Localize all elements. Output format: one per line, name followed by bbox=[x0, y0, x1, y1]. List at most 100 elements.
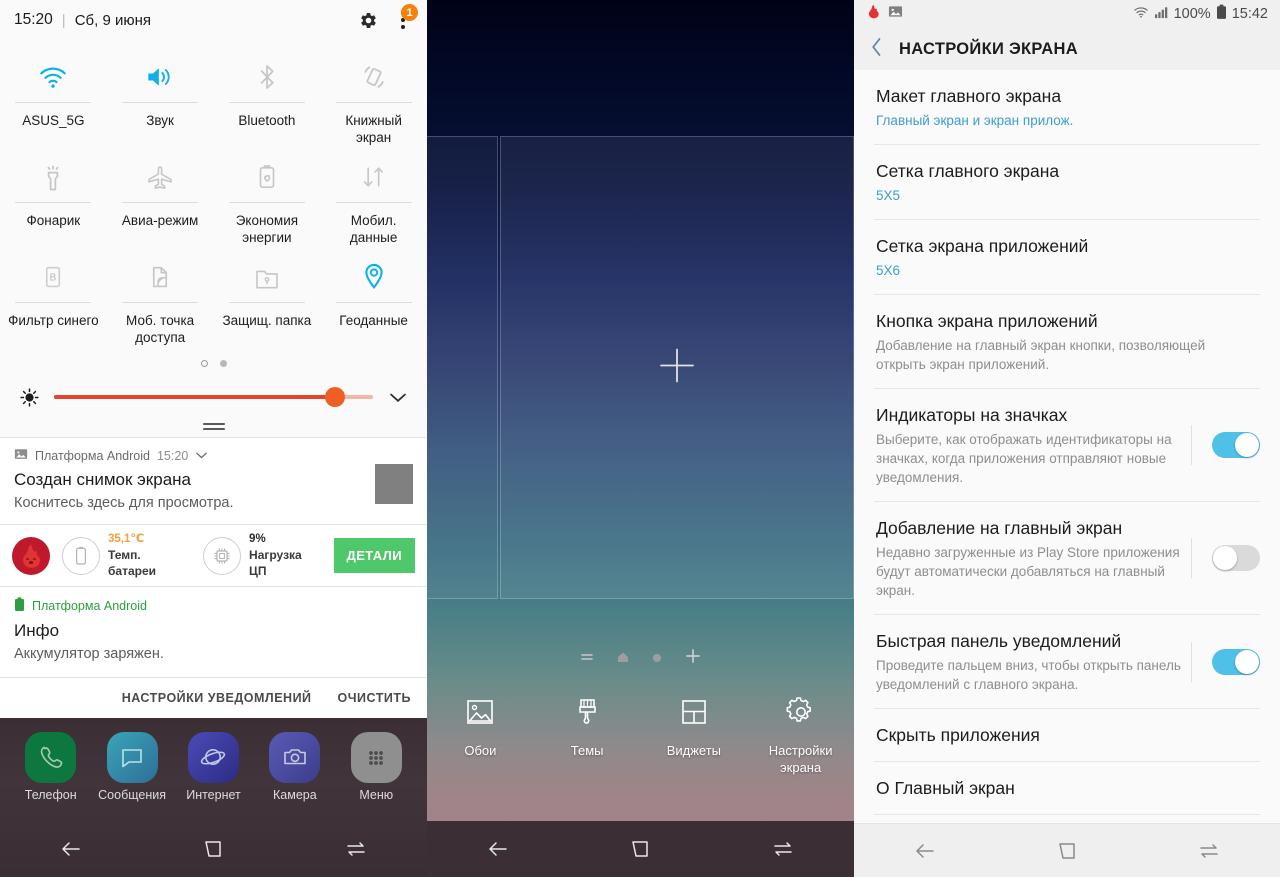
notification-title: Создан снимок экрана bbox=[14, 470, 191, 489]
setting-title: Сетка экрана приложений bbox=[876, 236, 1089, 256]
dock-item-apps[interactable]: Меню bbox=[336, 732, 417, 802]
setting-subtitle: Главный экран и экран прилож. bbox=[876, 113, 1074, 128]
quick-settings-panel: 15:20 | Сб, 9 июня 1 ASUS_5G Звук Blueto… bbox=[0, 0, 427, 877]
home-square-icon[interactable] bbox=[996, 841, 1138, 861]
navigation-bar bbox=[0, 821, 427, 877]
setting-subtitle: 5X5 bbox=[876, 188, 901, 203]
tool-label: Обои bbox=[464, 743, 497, 758]
plus-icon[interactable] bbox=[685, 648, 701, 669]
notification-battery-info[interactable]: Платформа Android Инфо Аккумулятор заряж… bbox=[0, 587, 427, 677]
setting-apps-button[interactable]: Кнопка экрана приложений Добавление на г… bbox=[854, 295, 1280, 388]
home-square-icon[interactable] bbox=[142, 839, 284, 859]
panel-drag-handle[interactable] bbox=[0, 415, 427, 437]
qs-tile-bluetooth[interactable]: Bluetooth bbox=[214, 46, 321, 146]
brightness-slider-row[interactable] bbox=[0, 373, 427, 415]
dock-item-internet[interactable]: Интернет bbox=[173, 732, 254, 802]
dock-item-messages[interactable]: Сообщения bbox=[91, 732, 172, 802]
qs-tile-sound[interactable]: Звук bbox=[107, 46, 214, 146]
setting-add-apps-to-home[interactable]: Добавление на главный экран Недавно загр… bbox=[854, 502, 1280, 614]
recents-icon[interactable] bbox=[1138, 841, 1280, 861]
brightness-slider[interactable] bbox=[54, 387, 373, 407]
qs-tile-label: Моб. точка доступа bbox=[126, 313, 195, 345]
setting-hide-apps[interactable]: Скрыть приложения bbox=[854, 709, 1280, 761]
qs-page-dots[interactable] bbox=[0, 346, 427, 373]
back-arrow-icon[interactable] bbox=[0, 839, 142, 859]
cpu-load-metric: 9% Нагрузка ЦП bbox=[203, 532, 321, 579]
setting-quick-notification-panel[interactable]: Быстрая панель уведомлений Проведите пал… bbox=[854, 615, 1280, 708]
tool-themes[interactable]: Темы bbox=[534, 695, 641, 776]
toggle-switch[interactable] bbox=[1212, 648, 1260, 675]
notification-body: Коснитесь здесь для просмотра. bbox=[14, 495, 234, 511]
qs-tile-airplane[interactable]: Авиа-режим bbox=[107, 146, 214, 246]
setting-subtitle: Добавление на главный экран кнопки, позв… bbox=[876, 338, 1206, 372]
notification-title: Инфо bbox=[14, 621, 60, 640]
home-page-indicators[interactable] bbox=[427, 648, 854, 669]
wifi-icon bbox=[1133, 6, 1149, 23]
qs-tile-label: Авиа-режим bbox=[121, 213, 199, 228]
setting-home-screen-grid[interactable]: Сетка главного экрана 5X5 bbox=[854, 145, 1280, 219]
notification-settings-button[interactable]: НАСТРОЙКИ УВЕДОМЛЕНИЙ bbox=[122, 691, 312, 705]
toggle-switch[interactable] bbox=[1212, 545, 1260, 571]
gear-icon bbox=[784, 695, 818, 734]
qs-tile-wifi[interactable]: ASUS_5G bbox=[0, 46, 107, 146]
page-title: НАСТРОЙКИ ЭКРАНА bbox=[899, 39, 1078, 58]
gear-icon[interactable] bbox=[358, 10, 379, 31]
setting-about-home-screen[interactable]: О Главный экран bbox=[854, 762, 1280, 814]
page-dot-active[interactable] bbox=[219, 360, 227, 367]
status-time: 15:42 bbox=[1231, 6, 1268, 22]
setting-apps-screen-grid[interactable]: Сетка экрана приложений 5X6 bbox=[854, 220, 1280, 294]
qs-tile-location[interactable]: Геоданные bbox=[320, 246, 427, 346]
dock-item-label: Сообщения bbox=[98, 788, 166, 802]
qs-tile-flashlight[interactable]: Фонарик bbox=[0, 146, 107, 246]
qs-tile-secure-folder[interactable]: Защищ. папка bbox=[214, 246, 321, 346]
page-dot[interactable] bbox=[200, 360, 208, 367]
airplane-icon bbox=[144, 158, 176, 196]
home-filled-icon[interactable] bbox=[617, 650, 629, 668]
plus-icon[interactable] bbox=[655, 343, 699, 392]
tool-label: Виджеты bbox=[666, 743, 722, 758]
battery-icon bbox=[62, 536, 100, 575]
toggle-switch[interactable] bbox=[1212, 432, 1260, 458]
back-arrow-icon[interactable] bbox=[427, 839, 569, 859]
three-panel-screenshot: 15:20 | Сб, 9 июня 1 ASUS_5G Звук Blueto… bbox=[0, 0, 1280, 877]
qs-tile-blue-filter[interactable]: B Фильтр синего bbox=[0, 246, 107, 346]
clear-all-button[interactable]: ОЧИСТИТЬ bbox=[338, 691, 411, 705]
setting-subtitle: Проведите пальцем вниз, чтобы открыть па… bbox=[876, 658, 1181, 692]
chevron-down-icon[interactable] bbox=[195, 449, 208, 463]
overflow-menu-icon[interactable]: 1 bbox=[393, 4, 418, 31]
back-chevron-icon[interactable] bbox=[870, 36, 883, 63]
tool-wallpaper[interactable]: Обои bbox=[427, 695, 534, 776]
notification-app-name: Платформа Android bbox=[32, 599, 147, 613]
slider-knob[interactable] bbox=[324, 387, 345, 407]
dock-item-label: Камера bbox=[273, 788, 317, 802]
qs-tile-hotspot[interactable]: Моб. точка доступа bbox=[107, 246, 214, 346]
qs-tile-auto-rotate[interactable]: Книжный экран bbox=[320, 46, 427, 146]
dock-item-camera[interactable]: Камера bbox=[254, 732, 335, 802]
tool-screen-settings[interactable]: Настройки экрана bbox=[747, 695, 854, 776]
home-square-icon[interactable] bbox=[569, 839, 711, 859]
qs-tile-label: Bluetooth bbox=[238, 113, 296, 128]
setting-app-icon-badges[interactable]: Индикаторы на значках Выберите, как отоб… bbox=[854, 389, 1280, 501]
dock-item-phone[interactable]: Телефон bbox=[10, 732, 91, 802]
tool-widgets[interactable]: Виджеты bbox=[641, 695, 748, 776]
recents-icon[interactable] bbox=[285, 839, 427, 859]
home-page-preview-add[interactable] bbox=[500, 136, 854, 599]
back-arrow-icon[interactable] bbox=[854, 841, 996, 861]
home-dock: Телефон Сообщения Интернет Камера Меню bbox=[0, 718, 427, 877]
dock-item-label: Телефон bbox=[24, 788, 77, 802]
home-page-preview-left[interactable]: ты Камера Bixby bbox=[427, 136, 498, 599]
status-date: Сб, 9 июня bbox=[74, 11, 152, 29]
antutu-notification[interactable]: 35,1℃ Темп. батареи 9% Нагрузка ЦП ДЕТАЛ… bbox=[0, 525, 427, 586]
notification-screenshot[interactable]: Платформа Android 15:20 Создан снимок эк… bbox=[0, 438, 427, 524]
chevron-down-icon[interactable] bbox=[385, 391, 411, 404]
list-lines-icon[interactable] bbox=[580, 650, 594, 668]
details-button[interactable]: ДЕТАЛИ bbox=[333, 538, 415, 573]
blue-light-filter-icon: B bbox=[41, 258, 65, 296]
qs-tile-mobile-data[interactable]: Мобил. данные bbox=[320, 146, 427, 246]
setting-home-screen-layout[interactable]: Макет главного экрана Главный экран и эк… bbox=[854, 70, 1280, 144]
recents-icon[interactable] bbox=[712, 839, 854, 859]
secure-folder-icon bbox=[252, 258, 282, 296]
notification-time: 15:20 bbox=[156, 448, 189, 463]
dot-icon[interactable] bbox=[652, 650, 662, 668]
qs-tile-power-saving[interactable]: Экономия энергии bbox=[214, 146, 321, 246]
